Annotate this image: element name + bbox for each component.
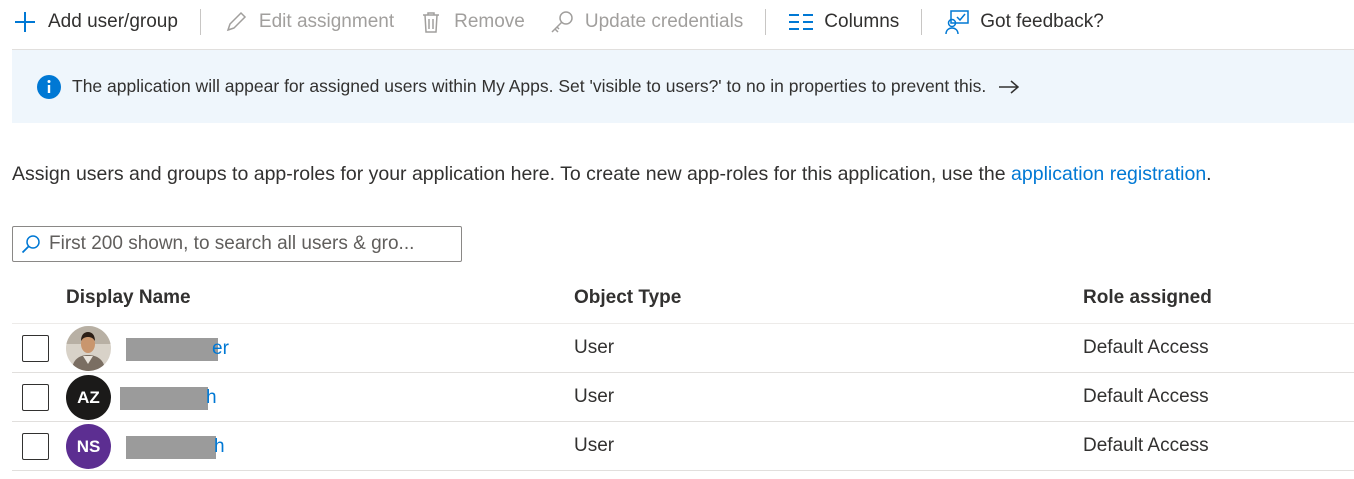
- avatar: AZ: [66, 375, 111, 420]
- toolbar-divider: [921, 9, 923, 35]
- search-icon: [21, 234, 41, 254]
- key-icon: [549, 9, 575, 35]
- add-user-group-label: Add user/group: [48, 11, 178, 32]
- column-header-display-name[interactable]: Display Name: [66, 287, 191, 309]
- remove-button[interactable]: Remove: [418, 0, 525, 44]
- arrow-right-icon[interactable]: [998, 79, 1020, 95]
- role-assigned-cell: Default Access: [1083, 435, 1209, 456]
- object-type-cell: User: [574, 435, 615, 456]
- redacted-name: [126, 436, 216, 459]
- role-assigned-cell: Default Access: [1083, 337, 1209, 358]
- row-checkbox[interactable]: [22, 335, 49, 362]
- object-type-cell: User: [574, 337, 615, 358]
- display-name-link[interactable]: er: [212, 338, 229, 360]
- edit-assignment-label: Edit assignment: [258, 11, 395, 32]
- table-row[interactable]: NS h User Default Access: [12, 422, 1354, 471]
- columns-button[interactable]: Columns: [788, 0, 899, 44]
- description-body: Assign users and groups to app-roles for…: [12, 163, 1012, 185]
- row-checkbox[interactable]: [22, 384, 49, 411]
- trash-icon: [418, 9, 444, 35]
- feedback-button[interactable]: Got feedback?: [944, 0, 1104, 44]
- display-name-link[interactable]: h: [206, 387, 217, 409]
- redacted-name: [126, 338, 218, 361]
- redacted-name: [120, 387, 208, 410]
- user-photo-icon: [66, 326, 111, 371]
- search-box[interactable]: [12, 226, 462, 262]
- command-bar: Add user/group Edit assignment Remove Up…: [12, 0, 1104, 44]
- search-input[interactable]: [49, 233, 449, 255]
- table-row[interactable]: AZ h User Default Access: [12, 373, 1354, 422]
- update-credentials-button[interactable]: Update credentials: [549, 0, 743, 44]
- column-header-object-type[interactable]: Object Type: [574, 287, 681, 309]
- toolbar-divider: [765, 9, 767, 35]
- edit-assignment-button[interactable]: Edit assignment: [223, 0, 394, 44]
- avatar: [66, 326, 111, 371]
- table-row[interactable]: er User Default Access: [12, 324, 1354, 373]
- avatar: NS: [66, 424, 111, 469]
- add-user-group-button[interactable]: Add user/group: [12, 0, 178, 44]
- description-suffix: .: [1206, 163, 1212, 185]
- column-header-role-assigned[interactable]: Role assigned: [1083, 287, 1212, 309]
- application-registration-link[interactable]: application registration: [1011, 163, 1206, 185]
- table-header: Display Name Object Type Role assigned: [12, 274, 1354, 324]
- info-banner[interactable]: The application will appear for assigned…: [12, 49, 1354, 123]
- info-message: The application will appear for assigned…: [72, 76, 987, 96]
- description-text: Assign users and groups to app-roles for…: [12, 163, 1212, 186]
- plus-icon: [12, 9, 38, 35]
- feedback-label: Got feedback?: [980, 11, 1104, 32]
- role-assigned-cell: Default Access: [1083, 386, 1209, 407]
- pencil-icon: [223, 9, 249, 35]
- feedback-icon: [944, 9, 970, 35]
- update-credentials-label: Update credentials: [584, 11, 744, 32]
- info-icon: [36, 74, 62, 100]
- columns-icon: [788, 9, 814, 35]
- remove-label: Remove: [454, 11, 525, 32]
- display-name-link[interactable]: h: [214, 436, 225, 458]
- toolbar-divider: [199, 9, 201, 35]
- row-checkbox[interactable]: [22, 433, 49, 460]
- object-type-cell: User: [574, 386, 615, 407]
- columns-label: Columns: [824, 11, 900, 32]
